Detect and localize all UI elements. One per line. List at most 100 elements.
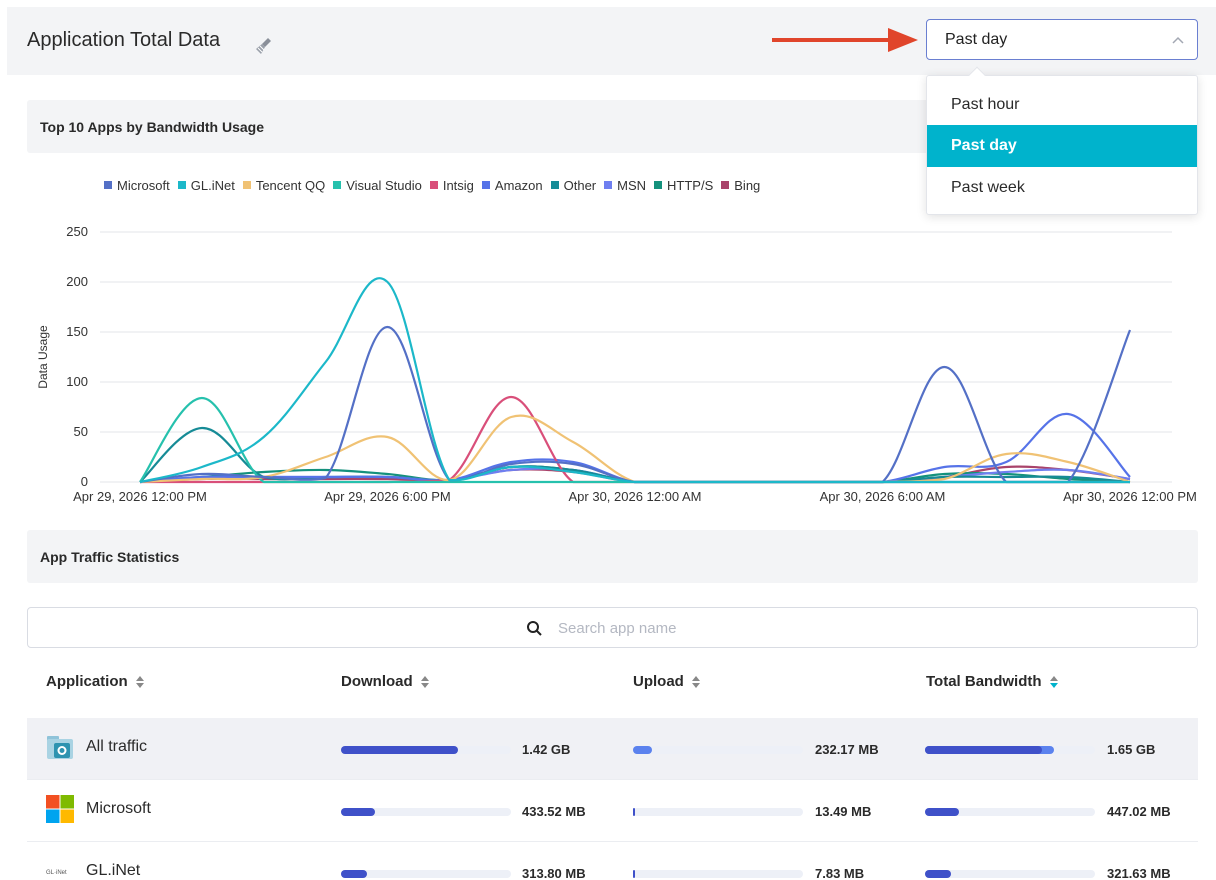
svg-text:GL·iNet: GL·iNet [46, 870, 67, 876]
y-tick-label: 100 [66, 374, 88, 389]
legend-swatch [242, 181, 251, 189]
app-name: Microsoft [86, 800, 151, 817]
column-header-application[interactable]: Application [46, 673, 145, 690]
legend-label: MSN [617, 177, 647, 193]
legend-item[interactable]: GL.iNet [177, 176, 235, 194]
table-row[interactable]: GL·iNet GL.iNet 313.80 MB 7.83 MB 321.63… [27, 842, 1198, 880]
upload-bar [633, 870, 803, 878]
legend-swatch [721, 181, 730, 189]
x-tick-label: Apr 30, 2026 12:00 AM [569, 489, 702, 504]
upload-bar-fill [633, 870, 635, 878]
legend-label: Other [563, 177, 597, 193]
total-bar-download-fill [925, 746, 1043, 754]
sort-active-icon [1049, 675, 1058, 688]
download-bar-fill [341, 746, 459, 754]
legend-label: Amazon [494, 177, 543, 193]
chart-section-title: Top 10 Apps by Bandwidth Usage [40, 119, 265, 135]
bandwidth-line-chart: 0 50 100 150 200 250 Data Usage Apr 29, 2026 12… [36, 224, 1197, 504]
glinet-logo-icon: GL·iNet [46, 870, 67, 876]
legend-label: Visual Studio [346, 177, 422, 193]
legend-item[interactable]: HTTP/S [654, 176, 713, 194]
search-input[interactable] [558, 617, 958, 639]
search-icon [527, 621, 542, 636]
legend-swatch [177, 181, 186, 189]
download-value: 1.42 GB [522, 742, 571, 757]
download-bar [341, 870, 511, 878]
legend-swatch [429, 181, 438, 189]
time-range-select[interactable]: Past day [926, 19, 1198, 60]
column-header-upload[interactable]: Upload [633, 673, 701, 690]
total-value: 1.65 GB [1107, 742, 1156, 757]
upload-bar-fill [633, 746, 652, 754]
time-range-selected-value: Past day [945, 31, 1008, 48]
legend-label: Microsoft [117, 177, 170, 193]
upload-value: 13.49 MB [815, 804, 872, 819]
legend-label: Tencent QQ [255, 177, 326, 193]
total-value: 447.02 MB [1107, 804, 1171, 819]
annotation-arrow-icon [772, 28, 918, 52]
download-bar-fill [341, 870, 367, 878]
legend-item[interactable]: Microsoft [104, 176, 170, 194]
column-header-label: Application [46, 673, 128, 690]
legend-item[interactable]: Amazon [481, 176, 543, 194]
column-header-label: Total Bandwidth [926, 673, 1042, 690]
option-past-week[interactable]: Past week [927, 167, 1197, 209]
legend-swatch [550, 181, 559, 189]
download-value: 313.80 MB [522, 866, 586, 880]
legend-item[interactable]: Tencent QQ [242, 176, 326, 194]
series-line-microsoft [139, 325, 1132, 484]
upload-bar [633, 808, 803, 816]
legend-item[interactable]: Visual Studio [333, 176, 422, 194]
stats-section-header: App Traffic Statistics [27, 530, 1198, 583]
broom-icon[interactable] [254, 36, 274, 56]
x-tick-label: Apr 29, 2026 12:00 PM [73, 489, 207, 504]
legend-item[interactable]: Other [550, 176, 597, 194]
legend-item[interactable]: Bing [721, 176, 760, 194]
x-tick-label: Apr 30, 2026 6:00 AM [820, 489, 946, 504]
total-value: 321.63 MB [1107, 866, 1171, 880]
option-past-day[interactable]: Past day [927, 125, 1197, 167]
download-value: 433.52 MB [522, 804, 586, 819]
series-line-gl-inet [139, 277, 1130, 484]
total-bar [925, 870, 1095, 878]
series-line-tencent-qq [139, 414, 1131, 484]
y-tick-label: 150 [66, 324, 88, 339]
legend-label: HTTP/S [667, 177, 714, 193]
legend-swatch [654, 181, 663, 189]
option-past-hour[interactable]: Past hour [927, 84, 1197, 126]
legend-item[interactable]: Intsig [429, 176, 474, 194]
legend-swatch [481, 181, 490, 189]
table-row[interactable]: All traffic 1.42 GB 232.17 MB 1.65 GB [27, 718, 1198, 780]
legend-item[interactable]: MSN [604, 176, 646, 194]
table-row[interactable]: Microsoft 433.52 MB 13.49 MB 447.02 MB [27, 780, 1198, 842]
upload-bar [633, 746, 803, 754]
x-tick-label: Apr 29, 2026 6:00 PM [324, 489, 450, 504]
y-tick-label: 250 [66, 224, 88, 239]
stats-section-title: App Traffic Statistics [40, 549, 180, 565]
y-tick-label: 200 [66, 274, 88, 289]
total-bar-fill [925, 808, 959, 816]
x-tick-label: Apr 30, 2026 12:00 PM [1063, 489, 1197, 504]
total-bar [925, 746, 1095, 754]
upload-value: 232.17 MB [815, 742, 879, 757]
total-bar [925, 808, 1095, 816]
app-name: All traffic [86, 738, 148, 755]
download-bar-fill [341, 808, 375, 816]
download-bar [341, 746, 511, 754]
column-header-download[interactable]: Download [341, 673, 430, 690]
time-range-dropdown: Past hour Past day Past week [926, 66, 1198, 215]
y-axis-label: Data Usage [36, 325, 50, 389]
legend-swatch [333, 181, 342, 189]
sort-icon [420, 675, 429, 688]
column-header-total-bandwidth[interactable]: Total Bandwidth [926, 673, 1059, 690]
legend-label: Bing [734, 177, 761, 193]
folder-traffic-icon [47, 736, 73, 759]
microsoft-logo-icon [46, 795, 74, 823]
app-name: GL.iNet [86, 862, 141, 879]
upload-bar-fill [633, 808, 635, 816]
sort-icon [691, 675, 700, 688]
download-bar [341, 808, 511, 816]
y-tick-label: 0 [81, 474, 88, 489]
column-header-label: Download [341, 673, 413, 690]
legend-label: Intsig [442, 177, 474, 193]
